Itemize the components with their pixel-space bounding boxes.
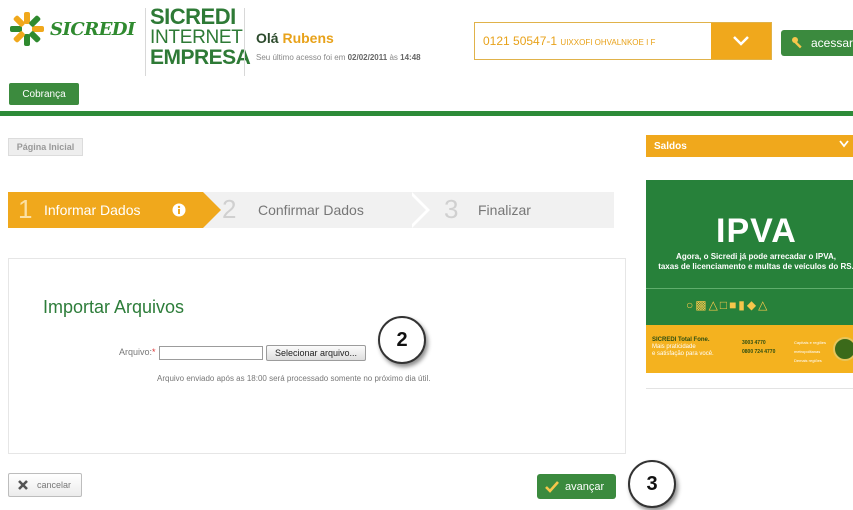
callout-next: 3 — [628, 460, 676, 508]
ad-line-1: Agora, o Sicredi já pode arrecadar o IPV… — [676, 252, 836, 261]
step-1-number: 1 — [18, 194, 33, 224]
account-number: 0121 50547-1 — [483, 34, 558, 48]
last-access-date: 02/02/2011 — [347, 53, 388, 62]
brand-line-3: EMPRESA — [150, 46, 251, 69]
totalfone-brand: SICREDI Total Fone. — [652, 337, 710, 343]
page: SICREDI SICREDI INTERNET EMPRESA Olá Rub… — [0, 0, 853, 510]
close-x-icon — [18, 480, 28, 490]
totalfone-sub-1: Mais praticidade — [652, 344, 696, 351]
ad-title: IPVA — [716, 212, 797, 250]
sicredi-logo-icon — [10, 12, 44, 46]
step-separator-inner — [408, 192, 426, 228]
last-access-info: Seu último acesso foi em 02/02/2011 às 1… — [256, 53, 421, 62]
cancel-label: cancelar — [37, 480, 72, 490]
sidebar-rule — [646, 388, 853, 389]
panel-title: Importar Arquivos — [43, 297, 185, 317]
step-3-label: Finalizar — [478, 202, 531, 218]
file-label-text: Arquivo: — [119, 347, 153, 357]
phone-2: 0800 724 4770 — [742, 349, 776, 355]
last-access-time: 14:48 — [400, 53, 421, 62]
product-brand: SICREDI INTERNET EMPRESA — [150, 4, 251, 69]
header-divider — [145, 8, 146, 76]
sicredi-logo[interactable]: SICREDI — [8, 10, 135, 48]
logo-wordmark: SICREDI — [50, 18, 135, 40]
import-panel: Importar Arquivos Arquivo:* Selecionar a… — [8, 258, 626, 454]
step-2-label: Confirmar Dados — [258, 202, 364, 218]
required-mark: * — [152, 347, 156, 357]
step-3-number: 3 — [444, 194, 459, 224]
key-icon — [792, 37, 802, 49]
totalfone-banner[interactable]: SICREDI Total Fone. Mais praticidade e s… — [646, 325, 853, 373]
account-dropdown-button[interactable] — [711, 23, 771, 59]
account-holder: UIXXOFI OHVALNKOE I F — [560, 38, 656, 47]
account-display: 0121 50547-1 UIXXOFI OHVALNKOE I F — [475, 34, 711, 48]
greeting-prefix: Olá — [256, 30, 279, 46]
saldos-header[interactable]: Saldos — [646, 135, 853, 157]
ipva-banner[interactable]: IPVA Agora, o Sicredi já pode arrecadar … — [646, 180, 853, 325]
totalfone-phones: 3003 4770 0800 724 4770 — [742, 339, 775, 357]
phone-1: 3003 4770 — [742, 340, 766, 346]
cobranca-button[interactable]: Cobrança — [9, 83, 79, 105]
next-label: avançar — [565, 480, 605, 493]
step-1-label: Informar Dados — [44, 202, 141, 218]
file-path-input[interactable] — [159, 346, 263, 360]
callout-file: 2 — [378, 316, 426, 364]
seal-icon — [833, 337, 853, 361]
totalfone-sub-2: e satisfação para você. — [652, 351, 714, 358]
check-icon — [545, 480, 559, 493]
chevron-down-icon — [839, 140, 849, 148]
last-access-prefix: Seu último acesso foi em — [256, 53, 346, 62]
last-access-mid: às — [389, 53, 398, 62]
greeting: Olá Rubens — [256, 30, 334, 46]
vehicle-icons: ○▩△□■▮◆△ — [686, 298, 770, 312]
cancel-button[interactable]: cancelar — [8, 473, 82, 497]
chevron-down-icon — [733, 36, 749, 46]
step-1-active: 1 Informar Dados — [8, 192, 221, 228]
step-2-number: 2 — [222, 194, 237, 224]
account-selector[interactable]: 0121 50547-1 UIXXOFI OHVALNKOE I F — [474, 22, 772, 60]
select-file-button[interactable]: Selecionar arquivo... — [266, 345, 366, 361]
next-button[interactable]: avançar — [537, 474, 616, 499]
acessar-button[interactable]: acessar — [781, 30, 853, 56]
user-name: Rubens — [282, 30, 334, 46]
acessar-label: acessar — [811, 36, 853, 50]
saldos-label: Saldos — [654, 140, 687, 152]
totalfone-text: SICREDI Total Fone. Mais praticidade e s… — [652, 337, 714, 359]
wizard-steps: 1 Informar Dados 2 Confirmar Dados 3 Fin… — [8, 192, 614, 228]
brand-line-2: INTERNET — [150, 27, 243, 48]
info-icon — [172, 203, 186, 217]
brand-line-1: SICREDI — [150, 4, 236, 29]
breadcrumb-home[interactable]: Página Inicial — [8, 138, 83, 156]
header-divider-2 — [244, 8, 245, 76]
ad-line-2: taxas de licenciamento e multas de veícu… — [658, 262, 853, 271]
file-hint: Arquivo enviado após as 18:00 será proce… — [157, 374, 431, 383]
file-label: Arquivo:* — [119, 347, 156, 357]
header-rule — [0, 111, 853, 116]
ad-divider — [646, 288, 853, 289]
